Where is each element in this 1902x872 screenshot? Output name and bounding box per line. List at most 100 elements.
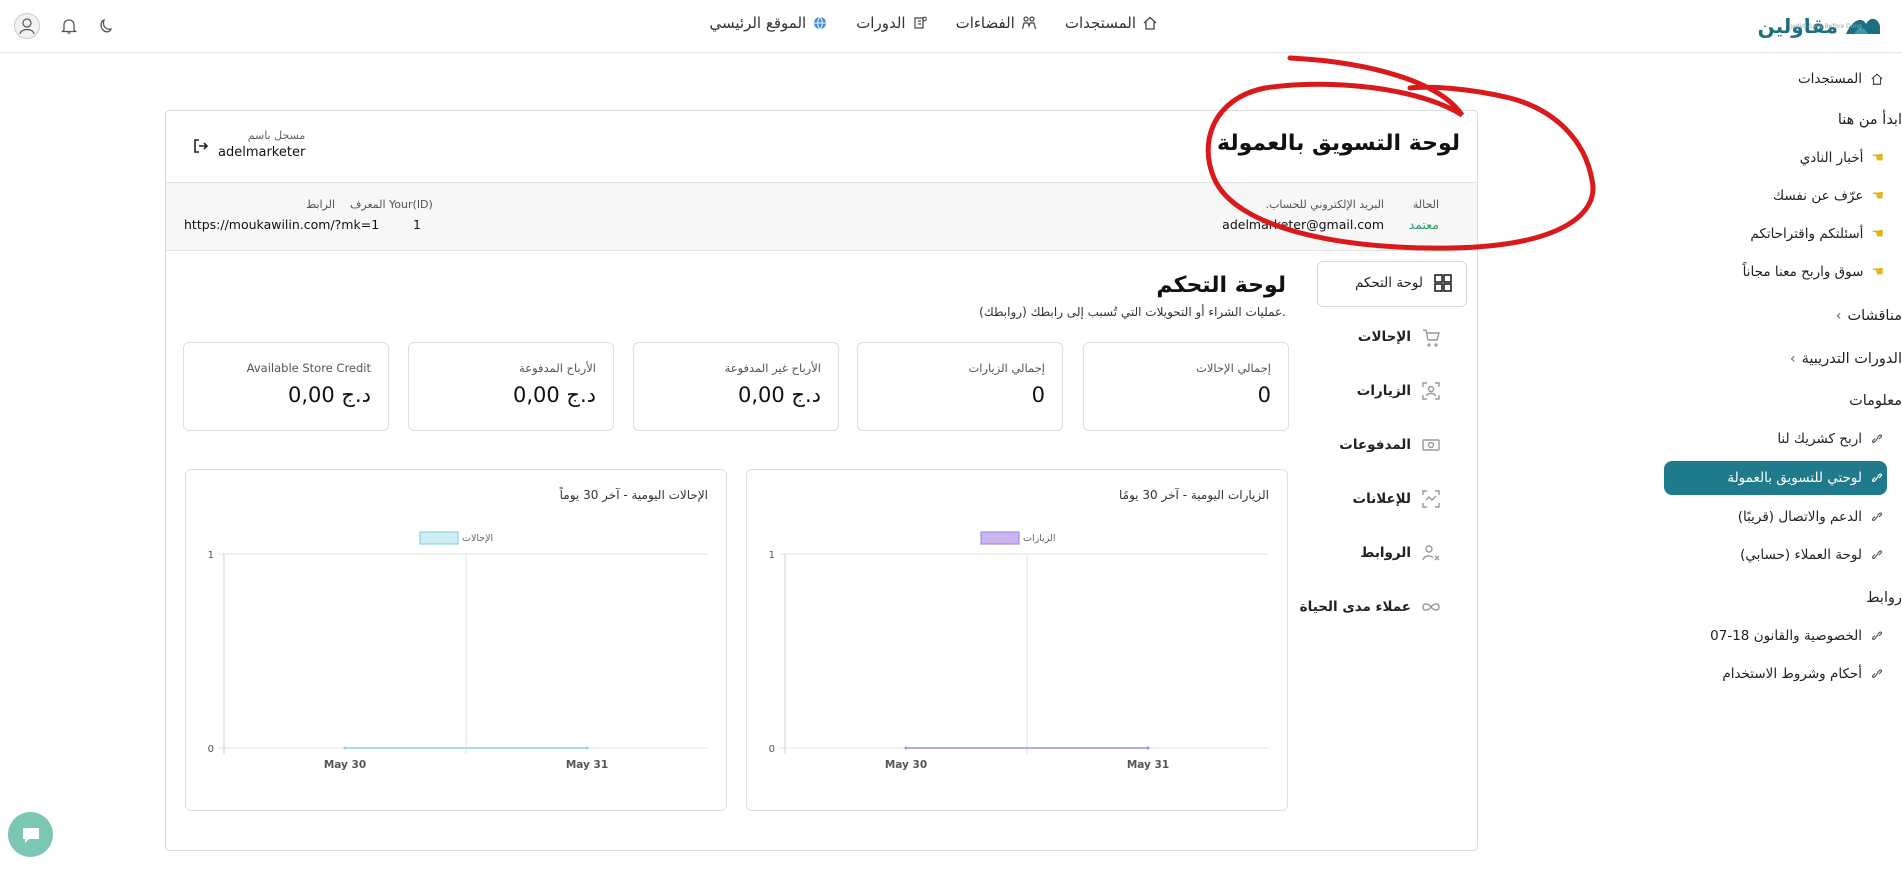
x-tick-label: May 31: [1127, 759, 1169, 771]
link-icon: [1871, 631, 1883, 641]
affiliate-card: لوحة التسويق بالعمولة مسجل باسم adelmark…: [165, 110, 1478, 851]
sidebar-item-affiliate[interactable]: لوحتي للتسويق بالعمولة: [1727, 470, 1884, 486]
menu-item-links[interactable]: الروابط: [1360, 543, 1441, 563]
sidebar-item-label: أسئلتكم واقتراحاتكم: [1750, 226, 1864, 242]
visits-chart-card: الزيارات اليومية - آخر 30 يومًا 1 0 May 30…: [746, 469, 1288, 811]
logout-icon[interactable]: [192, 137, 210, 155]
pointing-hand-icon: ☚: [1871, 264, 1884, 280]
menu-item-dashboard[interactable]: لوحة التحكم: [1355, 273, 1453, 293]
data-point: [1146, 746, 1150, 750]
section-title: ابدأ من هنا: [1837, 112, 1902, 128]
data-point: [585, 746, 589, 750]
link-icon: [1871, 512, 1883, 522]
dashboard-icon: [1434, 274, 1452, 292]
link-icon: [1871, 550, 1883, 560]
sidebar-item-label: أحكام وشروط الاستخدام: [1722, 666, 1862, 682]
sidebar-item-questions[interactable]: ☚ أسئلتكم واقتراحاتكم: [1750, 226, 1884, 242]
cart-icon: [1423, 329, 1440, 347]
data-point: [343, 746, 347, 750]
menu-item-label: الروابط: [1360, 545, 1411, 561]
sidebar-item-label: المستجدات: [1797, 71, 1862, 87]
menu-item-ads[interactable]: للإعلانات: [1353, 489, 1442, 509]
email-value: adelmarketer@gmail.com: [1222, 217, 1384, 232]
sidebar-section-info: معلومات: [1849, 393, 1902, 409]
dashboard-subtitle: عمليات الشراء أو التحويلات التي تُسبب إل…: [979, 305, 1286, 319]
infinity-icon: [1422, 603, 1440, 611]
user-link-icon: [1422, 545, 1440, 561]
nav-news-label: المستجدات: [1064, 14, 1136, 32]
stat-label: إجمالي الإحالات: [1196, 361, 1271, 375]
nav-courses[interactable]: الدورات: [856, 14, 927, 32]
bell-icon[interactable]: [60, 17, 78, 35]
avatar[interactable]: [14, 13, 40, 39]
sidebar-section-training[interactable]: الدورات التدريبية ‹: [1790, 351, 1902, 367]
y-tick-label: 0: [769, 744, 775, 755]
sidebar-item-label: الخصوصية والقانون 18-07: [1710, 628, 1862, 644]
nav-news[interactable]: المستجدات: [1065, 14, 1158, 32]
sidebar-item-customers[interactable]: لوحة العملاء (حسابي): [1740, 547, 1884, 563]
globe-icon: [814, 16, 827, 30]
stat-card-paid-earnings: الأرباح المدفوعة د.ج 0,00: [408, 342, 614, 431]
chat-button[interactable]: [8, 812, 53, 857]
sidebar-item-introduce[interactable]: ☚ عرّف عن نفسك: [1773, 188, 1884, 204]
chat-icon: [22, 827, 39, 843]
menu-item-label: عملاء مدى الحياة: [1299, 599, 1411, 615]
visits-chart: 1 0 May 30 May 31 الزيارات: [769, 531, 1269, 771]
sidebar-section-discussions[interactable]: مناقشات ‹: [1836, 308, 1902, 324]
sidebar-item-label: لوحتي للتسويق بالعمولة: [1727, 470, 1862, 486]
referrals-chart: 1 0 May 30 May 31 الإحالات: [208, 531, 708, 771]
sidebar-item-market[interactable]: ☚ سوق واربح معنا مجاناً: [1743, 264, 1884, 280]
pointing-hand-icon: ☚: [1871, 226, 1884, 242]
menu-item-label: الإحالات: [1357, 329, 1411, 345]
link-icon: [1871, 473, 1883, 483]
dashboard-title: لوحة التحكم: [1156, 273, 1286, 298]
menu-item-lifetime-customers[interactable]: عملاء مدى الحياة: [1300, 597, 1441, 617]
menu-item-visits[interactable]: الزيارات: [1357, 381, 1441, 401]
menu-item-payments[interactable]: المدفوعات: [1339, 435, 1441, 455]
courses-icon: [913, 16, 927, 29]
menu-item-label: الزيارات: [1356, 383, 1411, 399]
sidebar-item-terms[interactable]: أحكام وشروط الاستخدام: [1722, 666, 1884, 682]
menu-item-label: للإعلانات: [1352, 491, 1412, 507]
status-label: الحالة: [1412, 198, 1439, 211]
y-tick-label: 1: [208, 550, 214, 561]
legend-label: الإحالات: [462, 533, 493, 544]
stat-card-store-credit: Available Store Credit د.ج 0,00: [183, 342, 389, 431]
cash-icon: [1422, 439, 1440, 451]
link-icon: [1871, 669, 1883, 679]
chevron-left-icon: ‹: [1835, 308, 1842, 324]
section-title: مناقشات: [1847, 308, 1902, 324]
sidebar-section-start-here: ابدأ من هنا: [1838, 112, 1902, 128]
sidebar-item-privacy[interactable]: الخصوصية والقانون 18-07: [1710, 628, 1884, 644]
x-tick-label: May 31: [566, 759, 608, 771]
sidebar-item-partner[interactable]: اربح كشريك لنا: [1777, 431, 1884, 447]
stat-value: د.ج 0,00: [512, 383, 596, 407]
menu-item-referrals[interactable]: الإحالات: [1358, 327, 1441, 347]
stat-value: 0: [1257, 383, 1271, 407]
link-icon: [1871, 434, 1883, 444]
y-tick-label: 0: [208, 744, 214, 755]
data-point: [904, 746, 908, 750]
stat-value: 0: [1031, 383, 1045, 407]
stat-card-total-referrals: إجمالي الإحالات 0: [1083, 342, 1289, 431]
email-label: .البريد الإلكتروني للحساب: [1265, 198, 1384, 211]
scan-user-icon: [1422, 382, 1440, 400]
stat-card-total-visits: إجمالي الزيارات 0: [857, 342, 1063, 431]
sidebar-item-label: الدعم والاتصال (قريبًا): [1737, 509, 1862, 525]
nav-spaces[interactable]: الفضاءات: [956, 14, 1037, 32]
affiliate-link[interactable]: https://moukawilin.com/?mk=1: [184, 217, 379, 232]
sidebar-item-club-news[interactable]: ☚ أخبار النادي: [1800, 150, 1884, 166]
sidebar-item-label: سوق واربح معنا مجاناً: [1742, 264, 1864, 280]
chevron-left-icon: ‹: [1789, 351, 1796, 367]
sidebar-item-news[interactable]: المستجدات: [1798, 71, 1884, 87]
x-tick-label: May 30: [885, 759, 927, 771]
stat-card-unpaid-earnings: الأرباح غير المدفوعة د.ج 0,00: [633, 342, 839, 431]
pointing-hand-icon: ☚: [1871, 150, 1884, 166]
menu-item-label: لوحة التحكم: [1354, 275, 1423, 291]
x-tick-label: May 30: [324, 759, 366, 771]
legend-swatch: [980, 531, 1020, 545]
nav-courses-label: الدورات: [856, 14, 906, 32]
dark-mode-icon[interactable]: [98, 17, 116, 35]
nav-main-site[interactable]: الموقع الرئيسي: [710, 14, 829, 32]
sidebar-item-support[interactable]: الدعم والاتصال (قريبًا): [1738, 509, 1884, 525]
